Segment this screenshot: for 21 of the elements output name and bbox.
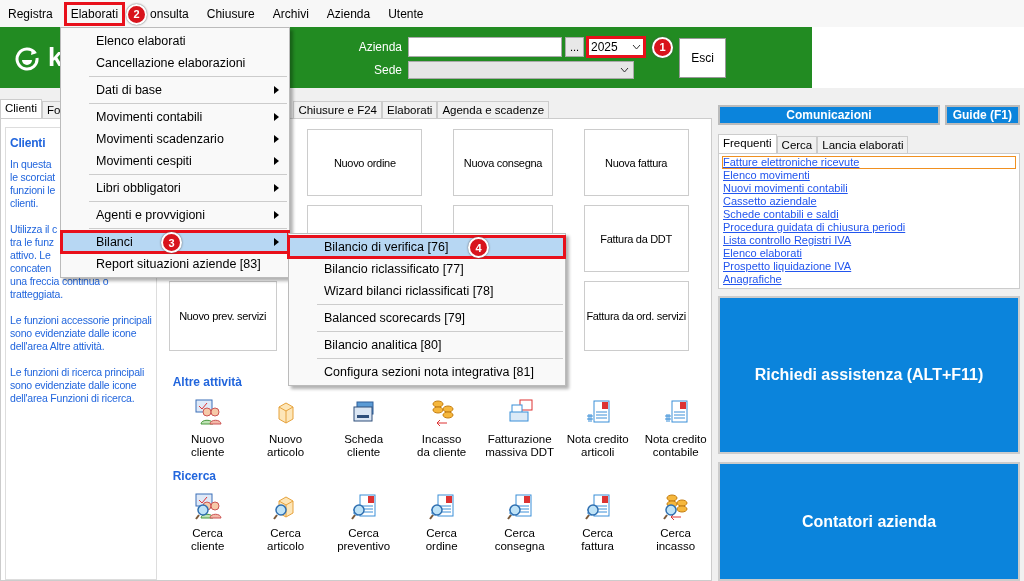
- info-text: attivo. Le: [10, 249, 51, 262]
- step-badge: 3: [161, 232, 182, 253]
- info-text: funzioni le: [10, 184, 56, 197]
- section-title: Altre attività: [172, 375, 243, 389]
- info-text: Le funzioni accessorie principali sono evidenziate dalle icone dell'area Altre attività.: [10, 314, 152, 353]
- info-text: una freccia continua o: [10, 275, 109, 288]
- section-title: Ricerca: [172, 469, 218, 483]
- info-text: Le funzioni di ricerca principali sono evidenziate dalle icone dell'area Funzioni di ricerca.: [10, 366, 145, 405]
- company-label: Azienda: [357, 39, 402, 54]
- site-label: Sede: [372, 62, 402, 77]
- info-text: Utilizza il c: [10, 223, 57, 236]
- info-text: tratteggiata.: [10, 288, 63, 301]
- info-title: Clienti: [10, 136, 46, 150]
- info-text: clienti.: [10, 197, 39, 210]
- info-text: tra le funz: [10, 236, 54, 249]
- info-text: In questa: [10, 158, 52, 171]
- info-text: concaten: [10, 262, 51, 275]
- step-badge: 4: [468, 237, 489, 258]
- info-text: le scorciat: [10, 171, 56, 184]
- step-badge: 2: [126, 3, 148, 25]
- step-badge: 1: [652, 36, 673, 58]
